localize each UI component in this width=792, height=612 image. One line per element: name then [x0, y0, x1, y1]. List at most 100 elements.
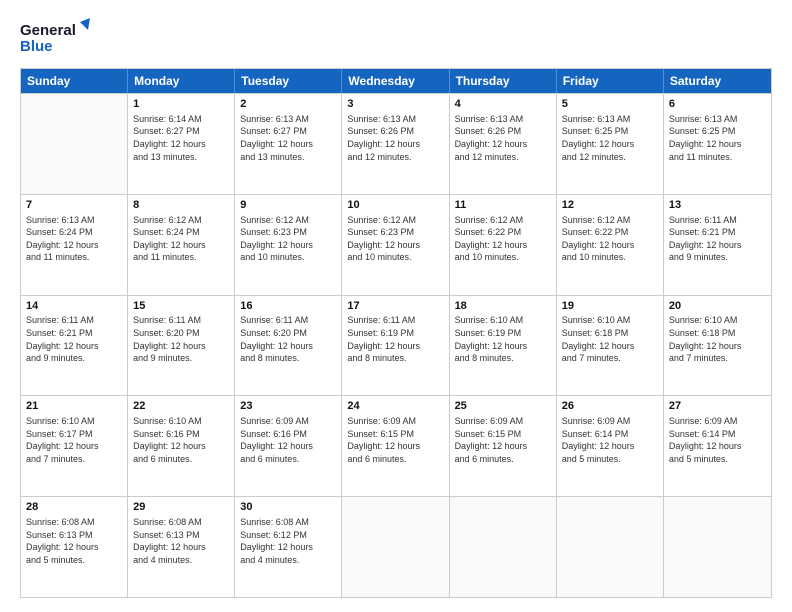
- calendar-cell-14: 14Sunrise: 6:11 AMSunset: 6:21 PMDayligh…: [21, 296, 128, 396]
- calendar-cell-5: 5Sunrise: 6:13 AMSunset: 6:25 PMDaylight…: [557, 94, 664, 194]
- day-number: 3: [347, 97, 443, 112]
- calendar-grid: SundayMondayTuesdayWednesdayThursdayFrid…: [20, 68, 772, 598]
- day-number: 6: [669, 97, 766, 112]
- cell-info: Sunrise: 6:08 AMSunset: 6:13 PMDaylight:…: [133, 516, 229, 566]
- header-day-saturday: Saturday: [664, 69, 771, 93]
- cell-info: Sunrise: 6:12 AMSunset: 6:23 PMDaylight:…: [347, 214, 443, 264]
- page-header: General Blue: [20, 18, 772, 58]
- cell-info: Sunrise: 6:12 AMSunset: 6:22 PMDaylight:…: [455, 214, 551, 264]
- cell-info: Sunrise: 6:11 AMSunset: 6:20 PMDaylight:…: [133, 314, 229, 364]
- calendar-cell-4: 4Sunrise: 6:13 AMSunset: 6:26 PMDaylight…: [450, 94, 557, 194]
- calendar-row-0: 1Sunrise: 6:14 AMSunset: 6:27 PMDaylight…: [21, 93, 771, 194]
- cell-info: Sunrise: 6:09 AMSunset: 6:15 PMDaylight:…: [347, 415, 443, 465]
- calendar-cell-empty: [342, 497, 449, 597]
- calendar-cell-3: 3Sunrise: 6:13 AMSunset: 6:26 PMDaylight…: [342, 94, 449, 194]
- cell-info: Sunrise: 6:13 AMSunset: 6:26 PMDaylight:…: [455, 113, 551, 163]
- logo-svg: General Blue: [20, 18, 90, 58]
- cell-info: Sunrise: 6:13 AMSunset: 6:25 PMDaylight:…: [669, 113, 766, 163]
- calendar-cell-16: 16Sunrise: 6:11 AMSunset: 6:20 PMDayligh…: [235, 296, 342, 396]
- header-day-tuesday: Tuesday: [235, 69, 342, 93]
- cell-info: Sunrise: 6:13 AMSunset: 6:26 PMDaylight:…: [347, 113, 443, 163]
- day-number: 26: [562, 399, 658, 414]
- calendar-cell-26: 26Sunrise: 6:09 AMSunset: 6:14 PMDayligh…: [557, 396, 664, 496]
- svg-text:General: General: [20, 22, 76, 39]
- calendar-body: 1Sunrise: 6:14 AMSunset: 6:27 PMDaylight…: [21, 93, 771, 597]
- cell-info: Sunrise: 6:11 AMSunset: 6:20 PMDaylight:…: [240, 314, 336, 364]
- calendar-cell-24: 24Sunrise: 6:09 AMSunset: 6:15 PMDayligh…: [342, 396, 449, 496]
- cell-info: Sunrise: 6:09 AMSunset: 6:14 PMDaylight:…: [669, 415, 766, 465]
- calendar-cell-empty: [557, 497, 664, 597]
- calendar-header: SundayMondayTuesdayWednesdayThursdayFrid…: [21, 69, 771, 93]
- calendar-cell-empty: [664, 497, 771, 597]
- cell-info: Sunrise: 6:10 AMSunset: 6:19 PMDaylight:…: [455, 314, 551, 364]
- calendar-cell-17: 17Sunrise: 6:11 AMSunset: 6:19 PMDayligh…: [342, 296, 449, 396]
- day-number: 12: [562, 198, 658, 213]
- calendar-row-4: 28Sunrise: 6:08 AMSunset: 6:13 PMDayligh…: [21, 496, 771, 597]
- calendar-cell-21: 21Sunrise: 6:10 AMSunset: 6:17 PMDayligh…: [21, 396, 128, 496]
- calendar-cell-15: 15Sunrise: 6:11 AMSunset: 6:20 PMDayligh…: [128, 296, 235, 396]
- day-number: 18: [455, 299, 551, 314]
- header-day-thursday: Thursday: [450, 69, 557, 93]
- svg-text:Blue: Blue: [20, 38, 53, 55]
- day-number: 16: [240, 299, 336, 314]
- cell-info: Sunrise: 6:12 AMSunset: 6:23 PMDaylight:…: [240, 214, 336, 264]
- calendar-cell-25: 25Sunrise: 6:09 AMSunset: 6:15 PMDayligh…: [450, 396, 557, 496]
- calendar-cell-29: 29Sunrise: 6:08 AMSunset: 6:13 PMDayligh…: [128, 497, 235, 597]
- calendar-cell-19: 19Sunrise: 6:10 AMSunset: 6:18 PMDayligh…: [557, 296, 664, 396]
- calendar-page: General Blue SundayMondayTuesdayWednesda…: [0, 0, 792, 612]
- calendar-cell-2: 2Sunrise: 6:13 AMSunset: 6:27 PMDaylight…: [235, 94, 342, 194]
- cell-info: Sunrise: 6:08 AMSunset: 6:13 PMDaylight:…: [26, 516, 122, 566]
- calendar-cell-30: 30Sunrise: 6:08 AMSunset: 6:12 PMDayligh…: [235, 497, 342, 597]
- day-number: 8: [133, 198, 229, 213]
- cell-info: Sunrise: 6:09 AMSunset: 6:14 PMDaylight:…: [562, 415, 658, 465]
- day-number: 13: [669, 198, 766, 213]
- cell-info: Sunrise: 6:13 AMSunset: 6:25 PMDaylight:…: [562, 113, 658, 163]
- cell-info: Sunrise: 6:09 AMSunset: 6:15 PMDaylight:…: [455, 415, 551, 465]
- calendar-cell-23: 23Sunrise: 6:09 AMSunset: 6:16 PMDayligh…: [235, 396, 342, 496]
- cell-info: Sunrise: 6:12 AMSunset: 6:24 PMDaylight:…: [133, 214, 229, 264]
- cell-info: Sunrise: 6:10 AMSunset: 6:17 PMDaylight:…: [26, 415, 122, 465]
- day-number: 14: [26, 299, 122, 314]
- calendar-cell-27: 27Sunrise: 6:09 AMSunset: 6:14 PMDayligh…: [664, 396, 771, 496]
- cell-info: Sunrise: 6:12 AMSunset: 6:22 PMDaylight:…: [562, 214, 658, 264]
- day-number: 11: [455, 198, 551, 213]
- cell-info: Sunrise: 6:14 AMSunset: 6:27 PMDaylight:…: [133, 113, 229, 163]
- calendar-cell-1: 1Sunrise: 6:14 AMSunset: 6:27 PMDaylight…: [128, 94, 235, 194]
- header-day-monday: Monday: [128, 69, 235, 93]
- day-number: 29: [133, 500, 229, 515]
- calendar-cell-13: 13Sunrise: 6:11 AMSunset: 6:21 PMDayligh…: [664, 195, 771, 295]
- calendar-cell-6: 6Sunrise: 6:13 AMSunset: 6:25 PMDaylight…: [664, 94, 771, 194]
- day-number: 30: [240, 500, 336, 515]
- day-number: 25: [455, 399, 551, 414]
- calendar-cell-9: 9Sunrise: 6:12 AMSunset: 6:23 PMDaylight…: [235, 195, 342, 295]
- day-number: 27: [669, 399, 766, 414]
- header-day-wednesday: Wednesday: [342, 69, 449, 93]
- cell-info: Sunrise: 6:13 AMSunset: 6:24 PMDaylight:…: [26, 214, 122, 264]
- day-number: 15: [133, 299, 229, 314]
- header-day-friday: Friday: [557, 69, 664, 93]
- day-number: 1: [133, 97, 229, 112]
- day-number: 17: [347, 299, 443, 314]
- day-number: 9: [240, 198, 336, 213]
- calendar-cell-28: 28Sunrise: 6:08 AMSunset: 6:13 PMDayligh…: [21, 497, 128, 597]
- calendar-cell-10: 10Sunrise: 6:12 AMSunset: 6:23 PMDayligh…: [342, 195, 449, 295]
- day-number: 7: [26, 198, 122, 213]
- cell-info: Sunrise: 6:13 AMSunset: 6:27 PMDaylight:…: [240, 113, 336, 163]
- header-day-sunday: Sunday: [21, 69, 128, 93]
- day-number: 20: [669, 299, 766, 314]
- calendar-cell-22: 22Sunrise: 6:10 AMSunset: 6:16 PMDayligh…: [128, 396, 235, 496]
- cell-info: Sunrise: 6:11 AMSunset: 6:21 PMDaylight:…: [26, 314, 122, 364]
- day-number: 24: [347, 399, 443, 414]
- day-number: 28: [26, 500, 122, 515]
- calendar-cell-empty: [450, 497, 557, 597]
- calendar-cell-20: 20Sunrise: 6:10 AMSunset: 6:18 PMDayligh…: [664, 296, 771, 396]
- calendar-row-1: 7Sunrise: 6:13 AMSunset: 6:24 PMDaylight…: [21, 194, 771, 295]
- day-number: 19: [562, 299, 658, 314]
- day-number: 10: [347, 198, 443, 213]
- cell-info: Sunrise: 6:11 AMSunset: 6:19 PMDaylight:…: [347, 314, 443, 364]
- day-number: 2: [240, 97, 336, 112]
- calendar-cell-11: 11Sunrise: 6:12 AMSunset: 6:22 PMDayligh…: [450, 195, 557, 295]
- calendar-cell-18: 18Sunrise: 6:10 AMSunset: 6:19 PMDayligh…: [450, 296, 557, 396]
- cell-info: Sunrise: 6:09 AMSunset: 6:16 PMDaylight:…: [240, 415, 336, 465]
- logo: General Blue: [20, 18, 90, 58]
